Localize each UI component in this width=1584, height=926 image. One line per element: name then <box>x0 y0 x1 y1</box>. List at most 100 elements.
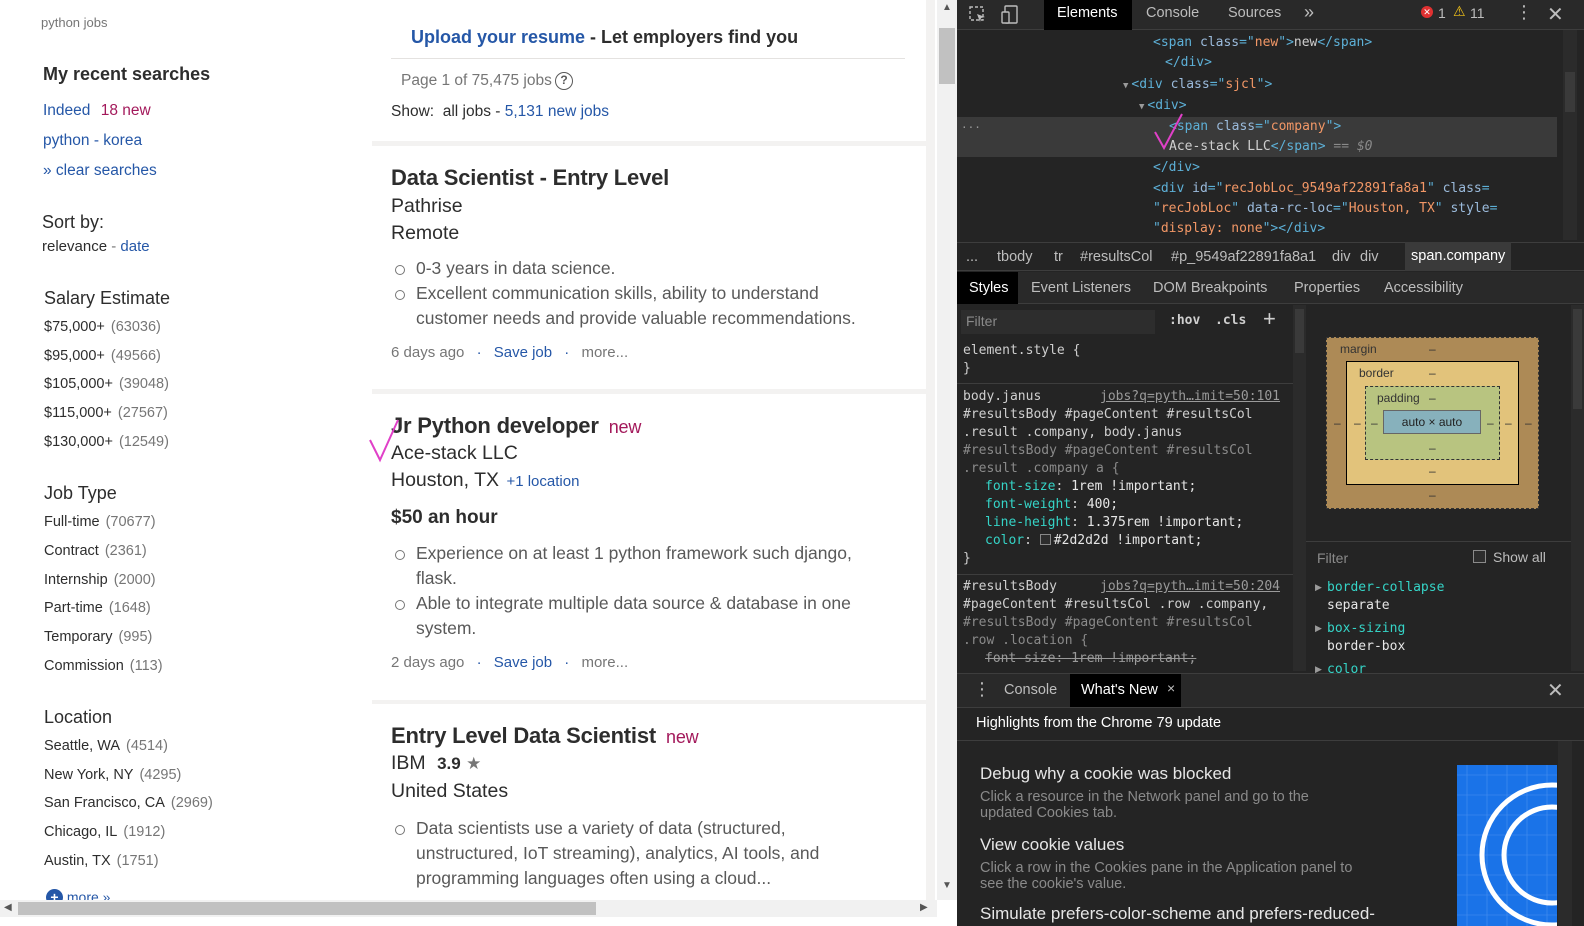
scrollbar-thumb[interactable] <box>1573 309 1582 409</box>
filter-option-label[interactable]: Chicago, IL <box>44 824 117 840</box>
computed-scrollbar[interactable] <box>1571 305 1584 671</box>
breadcrumb-item[interactable]: div <box>1332 249 1351 265</box>
filter-option[interactable]: Contract (2361) <box>44 543 147 559</box>
scrollbar-thumb[interactable] <box>18 902 596 915</box>
filter-option[interactable]: $105,000+ (39048) <box>44 376 169 392</box>
page-horizontal-scrollbar[interactable]: ◀ ▶ <box>0 900 937 917</box>
expand-arrow-icon[interactable]: ▶ <box>1315 582 1322 593</box>
styles-tab-event-listeners[interactable]: Event Listeners <box>1031 280 1131 296</box>
device-toolbar-icon[interactable] <box>1001 5 1019 25</box>
filter-option[interactable]: Seattle, WA (4514) <box>44 738 168 754</box>
css-property[interactable]: color: #2d2d2d !important; <box>985 532 1253 550</box>
error-count[interactable]: 1 <box>1438 5 1446 21</box>
drawer-tab-whats-new-label[interactable]: What's New <box>1081 682 1158 698</box>
styles-tab-styles[interactable]: Styles <box>969 280 1009 296</box>
css-property[interactable]: font-weight: 400; <box>985 496 1253 514</box>
dom-scrollbar[interactable] <box>1563 30 1577 240</box>
job-title-link[interactable]: Data Scientist - Entry Level <box>391 165 669 191</box>
scroll-left-arrow-icon[interactable]: ◀ <box>4 902 12 913</box>
breadcrumb-item[interactable]: tr <box>1054 249 1063 265</box>
class-toggle[interactable]: .cls <box>1215 313 1246 328</box>
computed-property-name[interactable]: border-collapse <box>1327 580 1444 595</box>
tab-console[interactable]: Console <box>1146 5 1199 21</box>
new-jobs-link[interactable]: 5,131 new jobs <box>505 103 609 120</box>
tab-sources[interactable]: Sources <box>1228 5 1281 21</box>
help-icon[interactable]: ? <box>555 72 573 90</box>
sort-date-link[interactable]: date <box>120 238 149 255</box>
save-job-link[interactable]: Save job <box>494 654 552 671</box>
scrollbar-thumb[interactable] <box>939 28 955 84</box>
page-vertical-scrollbar[interactable]: ▲ ▼ <box>937 0 957 900</box>
scrollbar-thumb[interactable] <box>1295 309 1304 353</box>
inspect-element-icon[interactable] <box>969 6 987 24</box>
filter-option-label[interactable]: San Francisco, CA <box>44 795 165 811</box>
expand-arrow-icon[interactable]: ▶ <box>1315 623 1322 634</box>
node-actions-ellipsis[interactable]: ... <box>961 118 981 131</box>
breadcrumb-item[interactable]: div <box>1360 249 1379 265</box>
scrollbar-thumb[interactable] <box>1565 72 1575 112</box>
recent-search-python-korea[interactable]: python - korea <box>43 132 142 150</box>
clear-searches-link[interactable]: » clear searches <box>43 162 157 180</box>
warning-count[interactable]: 11 <box>1470 5 1485 21</box>
drawer-menu-icon[interactable]: ⋮ <box>973 679 991 700</box>
dom-node-line[interactable]: <div id="recJobLoc_9549af22891fa8a1" cla… <box>1153 179 1490 200</box>
filter-option-label[interactable]: New York, NY <box>44 767 133 783</box>
breadcrumb-item[interactable]: #resultsCol <box>1080 249 1153 265</box>
filter-option[interactable]: Commission (113) <box>44 658 163 674</box>
filter-option[interactable]: Internship (2000) <box>44 572 156 588</box>
filter-option-label[interactable]: Commission <box>44 658 124 674</box>
filter-option[interactable]: Part-time (1648) <box>44 600 151 616</box>
filter-option[interactable]: Chicago, IL (1912) <box>44 824 165 840</box>
css-property[interactable]: line-height: 1.375rem !important; <box>985 514 1253 532</box>
scroll-up-arrow-icon[interactable]: ▲ <box>939 2 955 14</box>
filter-option[interactable]: $115,000+ (27567) <box>44 405 168 421</box>
recent-search-indeed[interactable]: Indeed 18 new <box>43 102 151 120</box>
dom-node-line[interactable]: "recJobLoc" data-rc-loc="Houston, TX" st… <box>1153 199 1497 220</box>
kebab-menu-icon[interactable]: ⋮ <box>1515 2 1533 23</box>
more-tabs-icon[interactable]: » <box>1304 2 1314 23</box>
dom-node-line[interactable]: "display: none"></div> <box>1153 219 1325 240</box>
filter-option[interactable]: $130,000+ (12549) <box>44 434 169 450</box>
styles-tab-properties[interactable]: Properties <box>1294 280 1360 296</box>
extra-location-link[interactable]: +1 location <box>506 473 579 490</box>
filter-option-label[interactable]: $115,000+ <box>44 405 112 421</box>
dom-node-line[interactable]: </div> <box>1153 158 1200 179</box>
filter-option-label[interactable]: Temporary <box>44 629 113 645</box>
more-link[interactable]: more... <box>581 344 628 361</box>
filter-option[interactable]: $75,000+ (63036) <box>44 319 161 335</box>
breadcrumb-item[interactable]: ... <box>966 249 978 265</box>
breadcrumb-item[interactable]: span.company <box>1405 242 1512 271</box>
filter-option-label[interactable]: Full-time <box>44 514 100 530</box>
styles-scrollbar[interactable] <box>1293 305 1306 671</box>
close-tab-icon[interactable]: × <box>1167 680 1175 696</box>
dom-node-line[interactable]: Ace-stack LLC</span> == $0 <box>1169 137 1373 158</box>
color-swatch[interactable] <box>1039 534 1051 545</box>
job-title-link[interactable]: Jr Python developer new <box>391 413 641 439</box>
close-devtools-icon[interactable]: ✕ <box>1547 2 1564 27</box>
dom-node-line[interactable]: ▼ <div class="sjcl"> <box>1123 75 1272 97</box>
tab-elements-label[interactable]: Elements <box>1057 5 1117 21</box>
filter-option[interactable]: Austin, TX (1751) <box>44 853 159 869</box>
upload-resume-link[interactable]: Upload your resume <box>411 27 585 47</box>
styles-tab-accessibility[interactable]: Accessibility <box>1384 280 1463 296</box>
more-link[interactable]: more... <box>581 654 628 671</box>
filter-option[interactable]: $95,000+ (49566) <box>44 348 161 364</box>
job-card[interactable]: Entry Level Data Scientist new IBM 3.9 ★ … <box>372 704 926 910</box>
filter-option[interactable]: Full-time (70677) <box>44 514 156 530</box>
expand-arrow-icon[interactable]: ▼ <box>1123 81 1128 91</box>
job-card[interactable]: Jr Python developer new Ace-stack LLC Hou… <box>372 394 926 700</box>
show-all-checkbox[interactable] <box>1473 550 1486 563</box>
save-job-link[interactable]: Save job <box>494 344 552 361</box>
dom-node-line[interactable]: <span class="new">new</span> <box>1153 33 1372 54</box>
filter-option[interactable]: San Francisco, CA (2969) <box>44 795 213 811</box>
filter-option-label[interactable]: $75,000+ <box>44 319 105 335</box>
job-title-link[interactable]: Entry Level Data Scientist new <box>391 723 699 749</box>
breadcrumb-item[interactable]: tbody <box>997 249 1032 265</box>
scroll-right-arrow-icon[interactable]: ▶ <box>920 902 928 913</box>
scroll-down-arrow-icon[interactable]: ▼ <box>939 880 955 892</box>
filter-option[interactable]: New York, NY (4295) <box>44 767 181 783</box>
expand-arrow-icon[interactable]: ▼ <box>1139 102 1144 112</box>
filter-option-label[interactable]: $105,000+ <box>44 376 113 392</box>
drawer-scrollbar[interactable] <box>1558 741 1572 926</box>
css-property[interactable]: font-size: 1rem !important; <box>985 478 1253 496</box>
